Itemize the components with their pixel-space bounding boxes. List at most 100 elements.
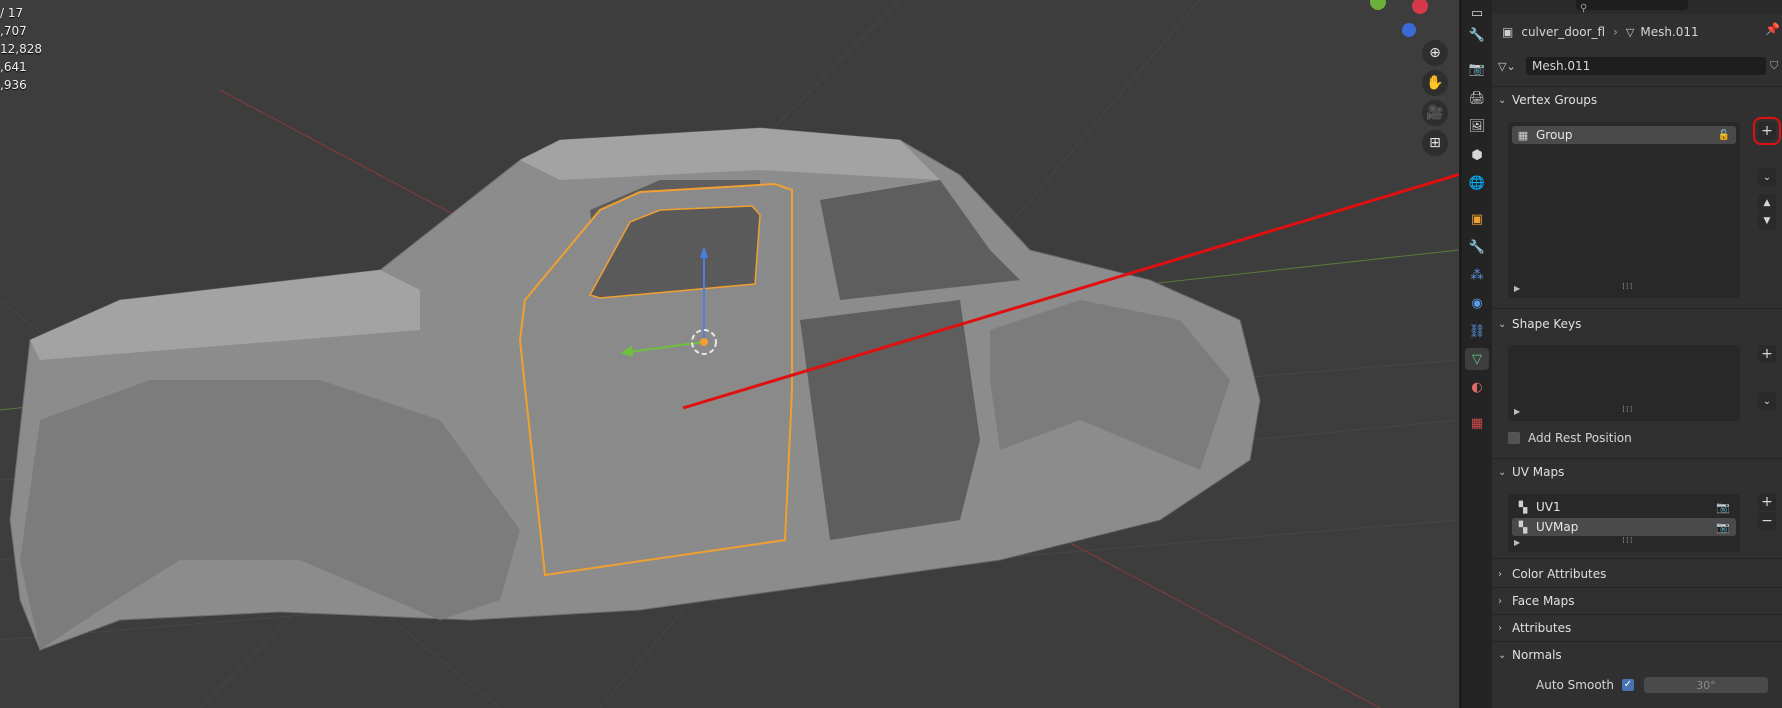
view-layer-tab-icon[interactable]: 🖼 [1465, 115, 1489, 137]
search-icon: ⚲ [1580, 3, 1588, 14]
mesh-name-field[interactable]: Mesh.011 [1526, 57, 1766, 75]
uv-map-item[interactable]: ▚ UV1 📷 [1512, 498, 1736, 516]
auto-smooth-label: Auto Smooth [1536, 678, 1614, 692]
modifier-tab-icon[interactable]: 🔧 [1465, 236, 1489, 258]
add-rest-position-row[interactable]: Add Rest Position [1508, 431, 1632, 445]
resize-handle[interactable]: ⁞⁞⁞ [1622, 405, 1634, 415]
add-rest-position-checkbox[interactable] [1508, 432, 1520, 444]
viewport-navigation: ⊕ ✋ 🎥 ⊞ [1422, 40, 1450, 160]
shape-keys-list[interactable]: ▶ ⁞⁞⁞ [1508, 345, 1740, 421]
scene-tab-icon[interactable]: ⬢ [1465, 144, 1489, 166]
stat-edges: 12,828 [0, 42, 42, 56]
viewport-statistics: / 17 ,707 12,828 ,641 ,936 [0, 4, 42, 94]
face-maps-title: Face Maps [1512, 594, 1575, 608]
auto-smooth-angle-value: 30° [1696, 678, 1716, 692]
mesh-data-tab-icon[interactable]: ▽ [1465, 348, 1489, 370]
add-uv-map-button[interactable]: + [1758, 493, 1776, 511]
lock-icon[interactable]: 🔓 [1718, 130, 1730, 141]
shape-keys-header[interactable]: ⌄ Shape Keys [1498, 312, 1768, 336]
separator [1492, 308, 1782, 309]
color-attributes-header[interactable]: › Color Attributes [1498, 562, 1768, 586]
mesh-browse-icon[interactable]: ▽⌄ [1498, 60, 1526, 73]
uv-map-name: UV1 [1536, 500, 1561, 514]
search-input[interactable]: ⚲ [1576, 0, 1688, 14]
gizmo-x-axis[interactable] [1412, 0, 1428, 14]
breadcrumb-mesh[interactable]: Mesh.011 [1640, 25, 1698, 39]
chevron-right-icon: › [1498, 622, 1502, 634]
auto-smooth-angle-field[interactable]: 30° [1643, 677, 1768, 693]
separator [1492, 458, 1782, 459]
attributes-header[interactable]: › Attributes [1498, 616, 1768, 640]
editor-type-icon[interactable]: ▭ [1465, 2, 1489, 24]
vertex-groups-list[interactable]: ▦ Group 🔓 ▶ ⁞⁞⁞ [1508, 122, 1740, 298]
vertex-groups-header[interactable]: ⌄ Vertex Groups [1498, 88, 1768, 112]
grid-view-icon[interactable]: ⊞ [1422, 130, 1448, 156]
expand-filter-icon[interactable]: ▶ [1514, 538, 1520, 547]
pin-icon[interactable]: 📌 [1765, 22, 1780, 36]
gizmo-y-axis[interactable] [1370, 0, 1386, 10]
specials-menu-chevron-icon[interactable]: ⌄ [1758, 168, 1776, 186]
vertex-groups-title: Vertex Groups [1512, 93, 1598, 107]
separator [1492, 558, 1782, 559]
uv-map-icon: ▚ [1518, 500, 1528, 514]
uv-map-item[interactable]: ▚ UVMap 📷 [1512, 518, 1736, 536]
mesh-datablock-row: ▽⌄ Mesh.011 ⛉ [1498, 56, 1778, 76]
vertex-group-icon: ▦ [1517, 128, 1529, 142]
world-tab-icon[interactable]: 🌐 [1465, 172, 1489, 194]
uv-maps-title: UV Maps [1512, 465, 1565, 479]
auto-smooth-checkbox[interactable]: ✓ [1621, 679, 1634, 691]
uv-maps-header[interactable]: ⌄ UV Maps [1498, 460, 1768, 484]
add-vertex-group-button[interactable]: + [1753, 117, 1781, 145]
chevron-right-icon: › [1613, 25, 1618, 39]
shape-keys-title: Shape Keys [1512, 317, 1582, 331]
stat-triangles: ,936 [0, 78, 27, 92]
resize-handle[interactable]: ⁞⁞⁞ [1622, 282, 1634, 292]
pan-hand-icon[interactable]: ✋ [1422, 70, 1448, 96]
face-maps-header[interactable]: › Face Maps [1498, 589, 1768, 613]
fake-user-shield-icon[interactable]: ⛉ [1770, 59, 1778, 73]
physics-tab-icon[interactable]: ◉ [1465, 292, 1489, 314]
breadcrumb: ▣ culver_door_fl › ▽ Mesh.011 [1502, 22, 1699, 42]
gizmo-z-axis[interactable] [1402, 23, 1416, 37]
material-tab-icon[interactable]: ◐ [1465, 376, 1489, 398]
separator [1492, 614, 1782, 615]
output-tab-icon[interactable]: 🖨 [1465, 87, 1489, 109]
vertex-group-name: Group [1536, 128, 1573, 142]
stat-objects: / 17 [0, 6, 24, 20]
particles-tab-icon[interactable]: ⁂ [1465, 264, 1489, 286]
auto-smooth-row: Auto Smooth ✓ 30° [1536, 677, 1768, 693]
stat-faces: ,641 [0, 60, 27, 74]
attributes-title: Attributes [1512, 621, 1572, 635]
constraints-tab-icon[interactable]: ⛓ [1465, 320, 1489, 342]
normals-title: Normals [1512, 648, 1562, 662]
breadcrumb-object[interactable]: culver_door_fl [1521, 25, 1605, 39]
chevron-right-icon: › [1498, 595, 1502, 607]
render-tab-icon[interactable]: 📷 [1465, 58, 1489, 80]
move-up-icon[interactable]: ▲ [1758, 194, 1776, 212]
stat-vertices: ,707 [0, 24, 27, 38]
shape-key-specials-chevron-icon[interactable]: ⌄ [1758, 392, 1776, 410]
remove-uv-map-button[interactable]: − [1758, 512, 1776, 530]
camera-icon[interactable]: 🎥 [1422, 100, 1448, 126]
mesh-name-value: Mesh.011 [1532, 59, 1591, 73]
uv-map-name: UVMap [1536, 520, 1579, 534]
active-render-camera-icon[interactable]: 📷 [1716, 501, 1730, 514]
3d-viewport[interactable]: / 17 ,707 12,828 ,641 ,936 ⊕ ✋ 🎥 ⊞ [0, 0, 1459, 708]
zoom-icon[interactable]: ⊕ [1422, 40, 1448, 66]
separator [1492, 587, 1782, 588]
normals-header[interactable]: ⌄ Normals [1498, 643, 1768, 667]
uv-maps-list[interactable]: ▚ UV1 📷 ▚ UVMap 📷 ▶ ⁞⁞⁞ [1508, 494, 1740, 552]
expand-filter-icon[interactable]: ▶ [1514, 284, 1520, 293]
move-down-icon[interactable]: ▼ [1758, 212, 1776, 230]
uv-map-icon: ▚ [1518, 520, 1528, 534]
expand-filter-icon[interactable]: ▶ [1514, 407, 1520, 416]
add-shape-key-button[interactable]: + [1758, 345, 1776, 363]
render-camera-icon[interactable]: 📷 [1716, 521, 1730, 534]
chevron-down-icon: ⌄ [1498, 466, 1507, 478]
texture-tab-icon[interactable]: ▦ [1465, 412, 1489, 434]
vertex-group-item[interactable]: ▦ Group 🔓 [1512, 126, 1736, 144]
object-tab-icon[interactable]: ▣ [1465, 208, 1489, 230]
tool-tab-icon[interactable]: 🔧 [1465, 24, 1489, 46]
resize-handle[interactable]: ⁞⁞⁞ [1622, 536, 1634, 546]
object-icon: ▣ [1502, 25, 1514, 39]
